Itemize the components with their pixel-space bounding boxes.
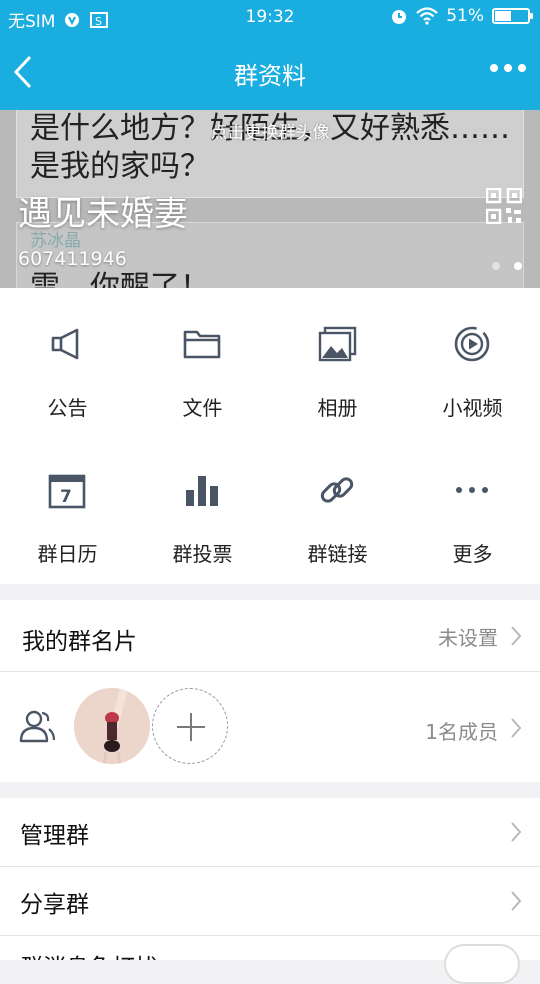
bar-chart-icon — [186, 476, 218, 506]
feature-label: 小视频 — [442, 396, 503, 420]
feature-label: 公告 — [47, 396, 88, 420]
page-dot — [492, 262, 500, 270]
battery-percent: 51% — [446, 6, 484, 26]
folder-icon — [183, 330, 221, 359]
group-header[interactable]: 是什么地方？好陌生，又好熟悉……是我的家吗？ 苏冰晶 雪，你醒了！ 点击更换群头… — [0, 110, 540, 288]
menu-label: 群消息免打扰 — [20, 948, 158, 960]
member-count: 1名成员 — [425, 720, 498, 744]
feature-album[interactable]: 相册 — [270, 288, 405, 436]
page-dots — [492, 262, 522, 270]
my-group-card-row[interactable]: 我的群名片 未设置 — [0, 600, 540, 672]
chevron-right-icon — [511, 626, 522, 646]
more-dots-icon — [456, 487, 488, 493]
status-right: 51% — [390, 6, 533, 26]
feature-announcement[interactable]: 公告 — [0, 288, 135, 436]
link-icon — [320, 477, 354, 503]
feature-label: 群链接 — [307, 542, 368, 566]
feature-label: 更多 — [452, 542, 493, 566]
feature-video[interactable]: 小视频 — [405, 288, 540, 436]
battery-icon — [492, 8, 533, 24]
members-icon — [19, 710, 56, 743]
qr-code-icon[interactable] — [486, 188, 522, 224]
add-member-button[interactable] — [152, 688, 228, 764]
avatar[interactable] — [74, 688, 150, 764]
feature-label: 文件 — [182, 396, 223, 420]
manage-group-row[interactable]: 管理群 — [0, 798, 540, 866]
feature-vote[interactable]: 群投票 — [135, 436, 270, 584]
group-name: 遇见未婚妻 — [18, 194, 188, 234]
page-title: 群资料 — [234, 62, 306, 90]
menu-label: 分享群 — [20, 892, 89, 918]
chevron-right-icon — [511, 822, 522, 842]
plus-icon — [177, 713, 205, 741]
share-group-row[interactable]: 分享群 — [0, 867, 540, 935]
feature-calendar[interactable]: 7 群日历 — [0, 436, 135, 584]
svg-text:7: 7 — [60, 487, 72, 507]
change-avatar-hint[interactable]: 点击更换群头像 — [0, 118, 540, 143]
alarm-icon — [392, 10, 407, 24]
mute-toggle[interactable] — [444, 944, 520, 984]
page-dot-active — [514, 262, 522, 270]
calendar-icon: 7 — [48, 474, 86, 509]
menu-label: 管理群 — [20, 823, 89, 849]
video-icon — [454, 326, 490, 362]
battery-fill — [495, 11, 511, 21]
feature-link[interactable]: 群链接 — [270, 436, 405, 584]
group-id: 607411946 — [18, 248, 127, 270]
avatar-image — [74, 688, 150, 764]
status-bar: 无SIM S 19:32 51% — [0, 0, 540, 34]
feature-label: 群日历 — [37, 542, 98, 566]
feature-files[interactable]: 文件 — [135, 288, 270, 436]
feature-grid: 公告 文件 相册 小视频 7 群日历 群投票 群链接 更多 — [0, 288, 540, 584]
megaphone-icon — [51, 328, 79, 360]
more-dots-icon[interactable] — [490, 64, 526, 72]
title-bar: 群资料 — [0, 34, 540, 110]
wifi-icon — [416, 7, 438, 25]
my-group-card-value: 未设置 — [438, 626, 498, 650]
feature-more[interactable]: 更多 — [405, 436, 540, 584]
my-group-card-label: 我的群名片 — [22, 629, 137, 655]
photo-album-icon — [318, 326, 357, 362]
chevron-right-icon — [511, 891, 522, 911]
chevron-right-icon — [511, 718, 522, 738]
feature-label: 群投票 — [172, 542, 233, 566]
feature-label: 相册 — [317, 396, 358, 420]
